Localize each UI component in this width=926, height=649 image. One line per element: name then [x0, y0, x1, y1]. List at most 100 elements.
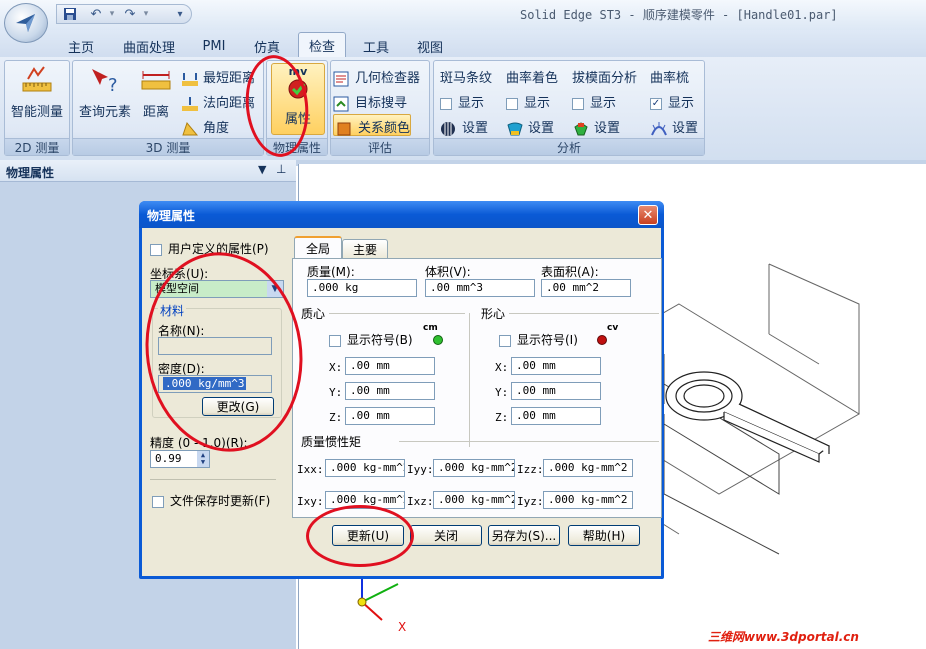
- show-label: 显示: [458, 96, 485, 111]
- distance-button[interactable]: 距离: [135, 65, 177, 120]
- analysis-group-label: 分析: [434, 138, 704, 155]
- pane-menu-icon[interactable]: ▼: [258, 163, 266, 176]
- dialog-title-bar: 物理属性 ✕: [139, 201, 664, 228]
- tab-panel: 质量(M): .000 kg 体积(V): .00 mm^3 表面积(A): .…: [292, 258, 662, 518]
- com-x-field[interactable]: .00 mm: [345, 357, 435, 375]
- dialog-close-icon[interactable]: ✕: [638, 205, 658, 225]
- dialog-title: 物理属性: [147, 209, 196, 223]
- help-button[interactable]: 帮助(H): [568, 525, 640, 546]
- zebra-settings-icon: [440, 121, 458, 137]
- relation-colors-icon: [336, 121, 354, 137]
- update-on-save-checkbox[interactable]: 文件保存时更新(F): [152, 492, 270, 509]
- distance-icon: [141, 71, 171, 90]
- pin-icon[interactable]: ⊥: [276, 162, 286, 176]
- centroid-y-field[interactable]: .00 mm: [511, 382, 601, 400]
- settings-label: 设置: [594, 121, 621, 136]
- separator: [509, 313, 659, 314]
- iyy-field[interactable]: .000 kg-mm^2: [433, 459, 515, 477]
- evaluate-group-label: 评估: [331, 138, 429, 155]
- draft-analysis-show-checkbox[interactable]: 显示: [572, 92, 616, 111]
- draft-analysis-title[interactable]: 拔模面分析: [572, 67, 637, 86]
- shortest-distance-button[interactable]: 最短距离: [181, 67, 255, 87]
- angle-button[interactable]: 角度: [181, 117, 229, 137]
- com-show-symbol-checkbox[interactable]: 显示符号(B): [329, 331, 413, 348]
- mass-label: 质量(M):: [307, 265, 355, 279]
- angle-icon: [181, 121, 199, 137]
- draft-analysis-icon: [572, 121, 590, 137]
- separator: [329, 313, 465, 314]
- spinner-icon[interactable]: ▲ ▼: [197, 451, 209, 467]
- cv-symbol-text: cv: [607, 323, 619, 333]
- undo-dropdown-icon[interactable]: ▾: [103, 5, 121, 23]
- center-of-mass-label: 质心: [301, 307, 326, 321]
- iyz-field[interactable]: .000 kg-mm^2: [543, 491, 633, 509]
- checkbox-icon: [572, 97, 584, 110]
- centroid-show-symbol-checkbox[interactable]: 显示符号(I): [499, 331, 578, 348]
- ixz-field[interactable]: .000 kg-mm^2: [433, 491, 515, 509]
- tab-inspect[interactable]: 检查: [298, 32, 346, 58]
- zebra-stripes-title[interactable]: 斑马条纹: [440, 67, 492, 86]
- quick-access-toolbar: ↶ ▾ ↷ ▾ ▾: [56, 4, 192, 24]
- group-2d-label: 2D 测量: [5, 138, 69, 155]
- customize-qat-icon[interactable]: ▾: [171, 5, 189, 23]
- centroid-label: 形心: [481, 307, 506, 321]
- geometry-checker-button[interactable]: 几何检查器: [333, 67, 420, 87]
- tab-global[interactable]: 全局: [294, 236, 342, 258]
- smart-measure-label: 智能测量: [10, 105, 63, 120]
- query-element-button[interactable]: ? 查询元素: [75, 65, 135, 120]
- application-button[interactable]: [4, 3, 48, 43]
- tab-tools[interactable]: 工具: [356, 34, 396, 58]
- tab-simulation[interactable]: 仿真: [248, 34, 286, 58]
- curvature-comb-title[interactable]: 曲率梳: [650, 67, 689, 86]
- com-y-label: Y:: [329, 386, 343, 399]
- close-button[interactable]: 关闭: [410, 525, 482, 546]
- com-show-label: 显示符号(B): [347, 333, 413, 347]
- draft-analysis-settings-button[interactable]: 设置: [572, 117, 620, 137]
- tab-surfacing[interactable]: 曲面处理: [118, 34, 180, 58]
- volume-field[interactable]: .00 mm^3: [425, 279, 535, 297]
- group-2d-measure: 智能测量 2D 测量: [4, 60, 70, 156]
- volume-label: 体积(V):: [425, 265, 471, 279]
- accuracy-field[interactable]: 0.99 ▲ ▼: [150, 450, 210, 468]
- surface-area-label: 表面积(A):: [541, 265, 599, 279]
- curvature-shading-icon: [506, 121, 524, 137]
- com-z-field[interactable]: .00 mm: [345, 407, 435, 425]
- triad-x-label: X: [398, 620, 407, 634]
- ixx-field[interactable]: .000 kg-mm^2: [325, 459, 405, 477]
- tab-pmi[interactable]: PMI: [196, 34, 232, 58]
- tab-principal[interactable]: 主要: [342, 239, 388, 258]
- curvature-shading-show-checkbox[interactable]: 显示: [506, 92, 550, 111]
- angle-label: 角度: [203, 121, 230, 136]
- relation-colors-label: 关系颜色: [358, 121, 411, 136]
- show-label: 显示: [590, 96, 617, 111]
- query-element-icon: ?: [92, 69, 118, 96]
- curvature-comb-settings-button[interactable]: 设置: [650, 117, 698, 137]
- mass-field[interactable]: .000 kg: [307, 279, 417, 297]
- surface-area-field[interactable]: .00 mm^2: [541, 279, 631, 297]
- save-icon[interactable]: [61, 5, 79, 23]
- centroid-z-field[interactable]: .00 mm: [511, 407, 601, 425]
- zebra-show-checkbox[interactable]: 显示: [440, 92, 484, 111]
- tab-view[interactable]: 视图: [410, 34, 450, 58]
- save-as-button[interactable]: 另存为(S)...: [488, 525, 560, 546]
- izz-label: Izz:: [517, 463, 544, 476]
- smart-measure-button[interactable]: 智能测量: [7, 65, 67, 120]
- relation-colors-button[interactable]: 关系颜色: [333, 114, 411, 136]
- curvature-shading-title[interactable]: 曲率着色: [506, 67, 558, 86]
- com-y-field[interactable]: .00 mm: [345, 382, 435, 400]
- curvature-comb-show-checkbox[interactable]: ✓ 显示: [650, 92, 694, 111]
- annotation-circle-update: [306, 505, 414, 567]
- target-search-button[interactable]: 目标搜寻: [333, 92, 407, 112]
- redo-dropdown-icon[interactable]: ▾: [137, 5, 155, 23]
- accuracy-value: 0.99: [155, 452, 182, 465]
- curvature-shading-settings-button[interactable]: 设置: [506, 117, 554, 137]
- iyz-label: Iyz:: [517, 495, 544, 508]
- tab-home[interactable]: 主页: [60, 34, 102, 58]
- ixy-label: Ixy:: [297, 495, 324, 508]
- shortest-distance-icon: [181, 71, 199, 87]
- normal-distance-button[interactable]: 法向距离: [181, 92, 255, 112]
- settings-label: 设置: [462, 121, 489, 136]
- zebra-settings-button[interactable]: 设置: [440, 117, 488, 137]
- centroid-x-field[interactable]: .00 mm: [511, 357, 601, 375]
- izz-field[interactable]: .000 kg-mm^2: [543, 459, 633, 477]
